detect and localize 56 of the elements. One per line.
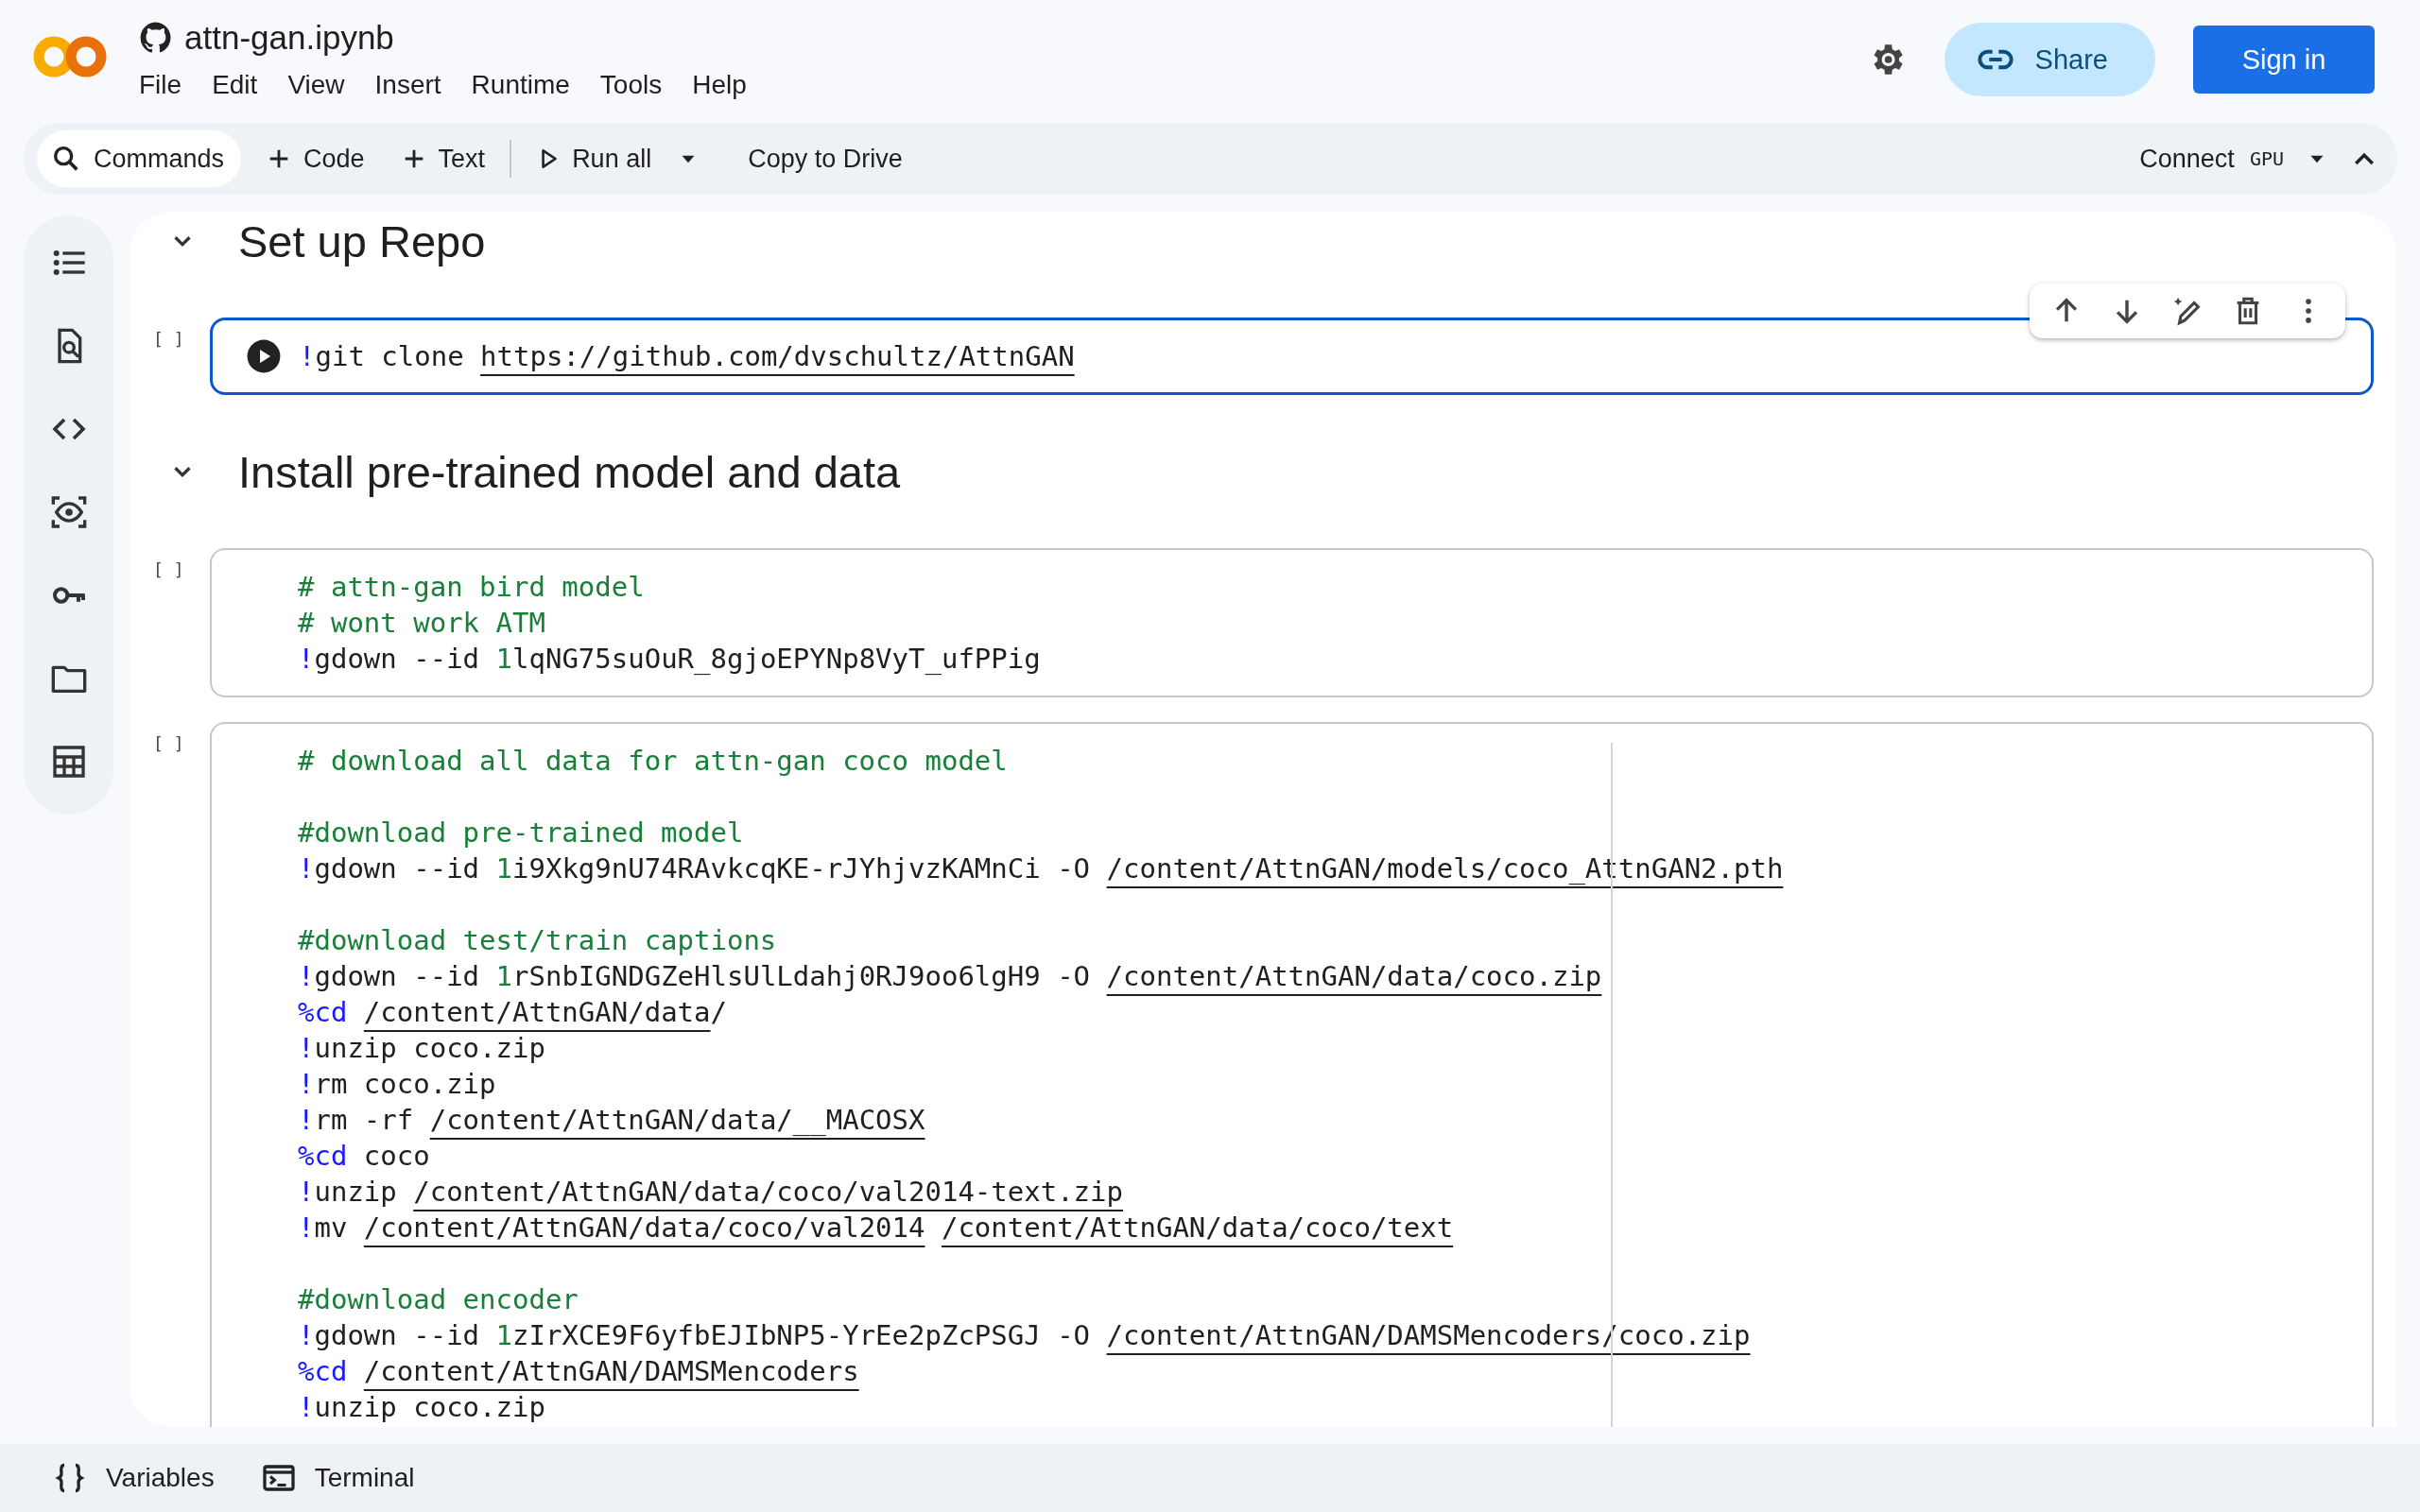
menu-item[interactable]: Insert (374, 70, 441, 100)
terminal-button[interactable]: Terminal (251, 1461, 424, 1495)
code-cell[interactable]: # attn-gan bird model # wont work ATM !gdown --id 1lqNG75suOuR_8gjoEPYNp8VyT_ufPPig (210, 548, 2374, 697)
add-button[interactable]: Code (254, 130, 376, 187)
path-link[interactable]: /content/AttnGAN/DAMSMencoders (363, 1355, 859, 1387)
code-line: %cd coco (298, 1139, 431, 1174)
path-link[interactable]: /content/AttnGAN/data (363, 996, 711, 1028)
commands-button[interactable]: Commands (37, 130, 242, 187)
path-link[interactable]: /content/AttnGAN/models/coco_AttnGAN2.pth (1106, 852, 1784, 885)
code-line: !unzip coco.zip (298, 1031, 546, 1066)
code-line: #download pre-trained model (298, 816, 745, 850)
code-line: !gdown --id 1i9Xkg9nU74RAvkcqKE-rJYhjvzKAMnCi -O /content/AttnGAN/models/coco_AttnGAN2.pth (298, 851, 1784, 886)
menu-item[interactable]: Edit (212, 70, 258, 100)
code-line: !gdown --id 1 rSnbIGNDGZeHlsUlLdahj0RJ9oo6lgH9 -O /content/AttnGAN/data/coco.zip (298, 959, 1603, 994)
copy-to-drive-button[interactable]: Copy to Drive (736, 130, 914, 187)
code-line: !gdown --id 1zIrXCE9F6yfbEJIbNP5-YrEe2pZcPSGJ -O /content/AttnGAN/DAMSMencoders/coco.zip (298, 1318, 1752, 1353)
menu-item[interactable]: File (139, 70, 182, 100)
variables-button[interactable]: Variables (43, 1461, 224, 1495)
code-line: # wont work ATM (298, 606, 546, 641)
path-link[interactable]: /content/AttnGAN/DAMSMencoders/coco.zip (1106, 1319, 1751, 1351)
code-line: # attn-gan bird model (298, 570, 646, 605)
code-line: %cd /content/AttnGAN/data/ (298, 995, 728, 1030)
execution-count: [ ] (153, 732, 185, 753)
notebook-title[interactable]: attn-gan.ipynb (184, 19, 394, 57)
code-line: !rm coco.zip (298, 1067, 497, 1102)
run-all-button[interactable]: Run all (525, 130, 664, 187)
execution-count: [ ] (153, 558, 185, 579)
menu-item[interactable]: View (287, 70, 345, 100)
code-line: #download test/train captions (298, 923, 778, 958)
path-link[interactable]: /content/AttnGAN/data/coco.zip (1106, 960, 1602, 992)
path-link[interactable]: /content/AttnGAN/data/coco/val2014 (363, 1211, 925, 1244)
menu-item[interactable]: Tools (599, 70, 663, 100)
execution-count: [ ] (153, 328, 185, 349)
path-link[interactable]: /content/AttnGAN/data/coco/text (941, 1211, 1454, 1244)
menu-item[interactable]: Help (692, 70, 747, 100)
code-line: !git clone https://github.com/dvschultz/AttnGAN (299, 339, 1075, 374)
sign-in-button[interactable]: Sign in (2193, 26, 2375, 94)
code-line: %cd /content/AttnGAN/DAMSMencoders (298, 1354, 860, 1389)
code-line: !unzip coco.zip (298, 1390, 546, 1425)
add-button[interactable]: Text (389, 130, 497, 187)
path-link[interactable]: https://github.com/dvschultz/AttnGAN (480, 340, 1075, 372)
code-line: !mv /content/AttnGAN/data/coco/val2014 /content/AttnGAN/data/coco/text (298, 1211, 1455, 1246)
path-link[interactable]: /content/AttnGAN/data/__MACOSX (429, 1104, 925, 1136)
section-heading: Set up Repo (238, 215, 486, 267)
code-line: #download encoder (298, 1282, 579, 1317)
code-cell[interactable]: !git clone https://github.com/dvschultz/AttnGAN (210, 318, 2374, 395)
code-line: # download all data for attn-gan coco model (298, 744, 1009, 779)
code-line: !unzip /content/AttnGAN/data/coco/val2014-text.zip (298, 1175, 1124, 1210)
connect-button[interactable]: Connect (2128, 130, 2246, 187)
code-line: !rm -rf /content/AttnGAN/data/__MACOSX (298, 1103, 926, 1138)
path-link[interactable]: /content/AttnGAN/data/coco/val2014-text.zip (413, 1176, 1123, 1208)
share-button[interactable]: Share (1944, 23, 2155, 96)
runtime-label: GPU (2249, 147, 2284, 170)
code-line: !gdown --id 1lqNG75suOuR_8gjoEPYNp8VyT_ufPPig (298, 642, 1041, 677)
menu-item[interactable]: Runtime (471, 70, 570, 100)
section-heading: Install pre-trained model and data (238, 445, 901, 498)
